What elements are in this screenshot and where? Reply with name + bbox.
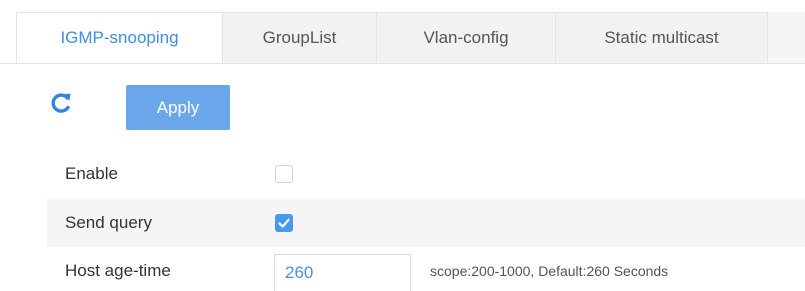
checkmark-icon: [278, 218, 290, 228]
tab-bar: IGMP-snooping GroupList Vlan-config Stat…: [0, 12, 805, 64]
send-query-checkbox[interactable]: [275, 214, 293, 232]
tab-label: Static multicast: [604, 27, 719, 47]
enable-label: Enable: [65, 164, 118, 183]
igmp-snooping-page: IGMP-snooping GroupList Vlan-config Stat…: [0, 0, 805, 291]
refresh-icon[interactable]: [50, 91, 72, 115]
tab-label: GroupList: [262, 27, 337, 47]
apply-button[interactable]: Apply: [126, 85, 230, 130]
form-row-enable: Enable: [47, 150, 805, 198]
host-age-time-label: Host age-time: [65, 261, 171, 280]
enable-checkbox[interactable]: [275, 165, 293, 183]
tab-static-multicast[interactable]: Static multicast: [555, 12, 768, 62]
send-query-label: Send query: [65, 213, 152, 232]
form-row-host-age-time: Host age-time scope:200-1000, Default:26…: [47, 247, 805, 291]
host-age-time-input[interactable]: [274, 254, 411, 291]
form-row-send-query: Send query: [47, 199, 805, 247]
tab-igmp-snooping[interactable]: IGMP-snooping: [16, 12, 223, 63]
tab-grouplist[interactable]: GroupList: [222, 12, 377, 62]
tab-label: IGMP-snooping: [60, 28, 179, 47]
tab-bar-spacer: [0, 12, 16, 63]
tab-vlan-config[interactable]: Vlan-config: [376, 12, 556, 62]
tab-label: Vlan-config: [423, 27, 509, 47]
host-age-time-hint: scope:200-1000, Default:260 Seconds: [430, 263, 669, 279]
